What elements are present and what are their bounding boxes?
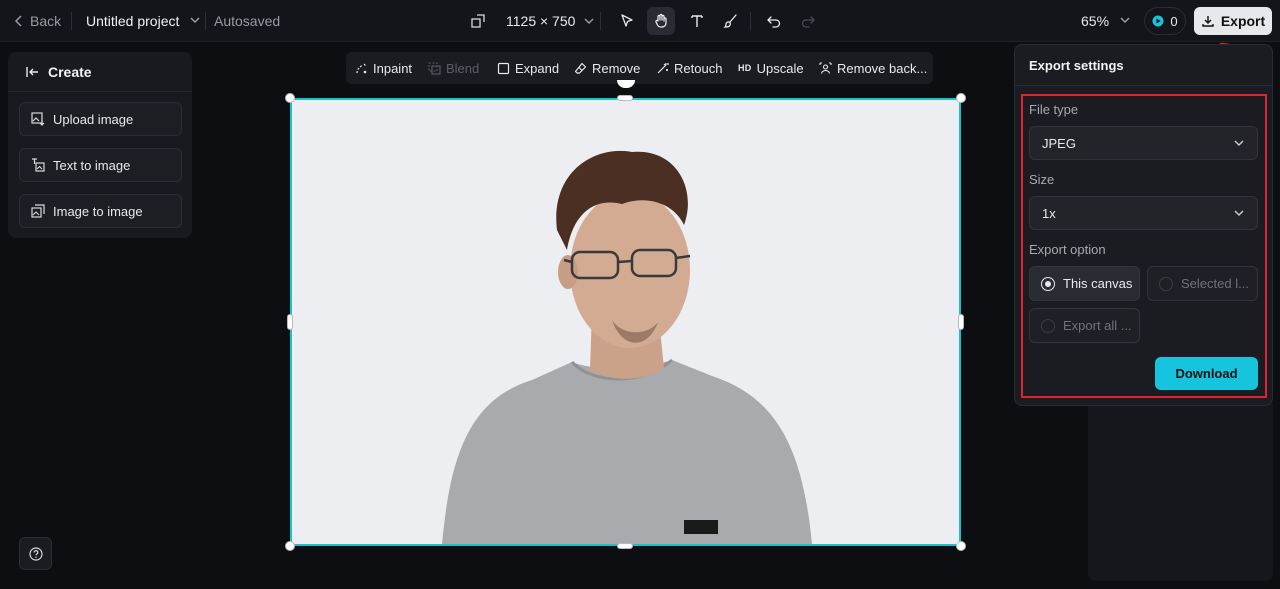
text-to-image-icon [32, 158, 45, 172]
zoom-dropdown[interactable]: 65% [1081, 7, 1135, 35]
chevron-down-icon [190, 17, 200, 24]
blend-button[interactable]: Blend [428, 58, 479, 78]
divider [600, 12, 601, 30]
resize-handle-top-right[interactable] [956, 93, 966, 103]
expand-icon [497, 62, 510, 74]
text-to-image-label: Text to image [53, 157, 131, 173]
retouch-label: Retouch [674, 60, 723, 76]
hand-icon [655, 13, 667, 28]
chevron-down-icon [584, 18, 594, 25]
resize-handle-top[interactable] [617, 95, 633, 101]
retouch-button[interactable]: Retouch [656, 58, 722, 78]
help-icon [28, 546, 43, 561]
canvas-size: 1125 × 750 [506, 13, 576, 29]
remove-background-label: Remove back... [837, 60, 928, 76]
upload-image-icon [31, 112, 45, 126]
resize-handle-bottom-right[interactable] [956, 541, 966, 551]
chevron-down-icon [1120, 17, 1130, 24]
expand-label: Expand [515, 60, 560, 76]
autosave-status: Autosaved [214, 7, 280, 35]
inpaint-button[interactable]: Inpaint [355, 58, 412, 78]
resize-icon [471, 14, 485, 28]
image-to-image-icon [31, 204, 45, 218]
help-button[interactable] [19, 537, 52, 570]
remove-background-icon [819, 61, 832, 74]
chevron-left-icon [14, 15, 22, 27]
download-icon [1202, 16, 1214, 27]
zoom-level: 65% [1081, 13, 1110, 29]
redo-icon [801, 16, 815, 28]
upload-image-button[interactable]: Upload image [19, 102, 182, 136]
inpaint-icon [356, 63, 367, 73]
back-button[interactable]: Back [14, 7, 61, 35]
autosave-label: Autosaved [214, 13, 281, 29]
redo-button[interactable] [794, 7, 822, 35]
remove-background-button[interactable]: Remove back... [819, 58, 927, 78]
rotate-handle[interactable] [617, 80, 635, 88]
image-to-image-button[interactable]: Image to image [19, 194, 182, 228]
divider [71, 12, 72, 30]
hand-tool-button[interactable] [647, 7, 675, 35]
resize-handle-bottom[interactable] [617, 543, 633, 549]
export-button[interactable]: Export [1194, 7, 1272, 35]
canvas-image[interactable] [290, 98, 961, 546]
text-to-image-button[interactable]: Text to image [19, 148, 182, 182]
remove-button[interactable]: Remove [574, 58, 640, 78]
image-to-image-label: Image to image [53, 203, 143, 219]
back-label: Back [30, 13, 62, 29]
create-panel-header[interactable]: Create [8, 52, 192, 92]
edit-toolbar: Inpaint Blend Expand Remove Retouch HD U… [346, 52, 933, 84]
remove-label: Remove [592, 60, 641, 76]
brush-tool-button[interactable] [717, 7, 745, 35]
upscale-button[interactable]: HD Upscale [738, 58, 804, 78]
eraser-icon [574, 62, 587, 74]
undo-button[interactable] [760, 7, 788, 35]
canvas-size-dropdown[interactable]: 1125 × 750 [470, 7, 597, 35]
expand-button[interactable]: Expand [497, 58, 559, 78]
pointer-icon [621, 14, 633, 27]
project-title-dropdown[interactable]: Untitled project [86, 7, 205, 35]
right-side-panel [1088, 398, 1273, 581]
text-tool-button[interactable] [683, 7, 711, 35]
credits-count: 0 [1170, 13, 1178, 29]
credits-badge[interactable]: 0 [1144, 7, 1186, 35]
upload-image-label: Upload image [53, 111, 134, 127]
create-panel: Create Upload image Text to image Image … [8, 52, 192, 238]
inpaint-label: Inpaint [373, 60, 413, 76]
project-title: Untitled project [86, 13, 180, 29]
blend-label: Blend [446, 60, 480, 76]
top-bar: Back Untitled project Autosaved 1125 × 7… [0, 0, 1280, 42]
resize-handle-right[interactable] [958, 314, 964, 330]
blend-icon [428, 61, 441, 75]
resize-handle-left[interactable] [287, 314, 293, 330]
collapse-left-icon [26, 66, 38, 77]
divider [750, 12, 751, 30]
hd-icon: HD [738, 63, 752, 73]
annotation-highlight-box [1021, 94, 1267, 398]
retouch-icon [657, 62, 669, 73]
divider [205, 12, 206, 30]
text-icon [691, 15, 703, 27]
create-panel-title: Create [48, 63, 92, 80]
brush-icon [723, 14, 737, 28]
resize-handle-bottom-left[interactable] [285, 541, 295, 551]
resize-handle-top-left[interactable] [285, 93, 295, 103]
portrait-photo [292, 100, 959, 544]
divider [1015, 85, 1272, 86]
export-settings-title: Export settings [1029, 58, 1124, 73]
select-tool-button[interactable] [613, 7, 641, 35]
undo-icon [767, 16, 781, 28]
upscale-label: Upscale [756, 60, 804, 76]
credit-coin-icon [1152, 15, 1164, 27]
export-label: Export [1220, 13, 1266, 29]
